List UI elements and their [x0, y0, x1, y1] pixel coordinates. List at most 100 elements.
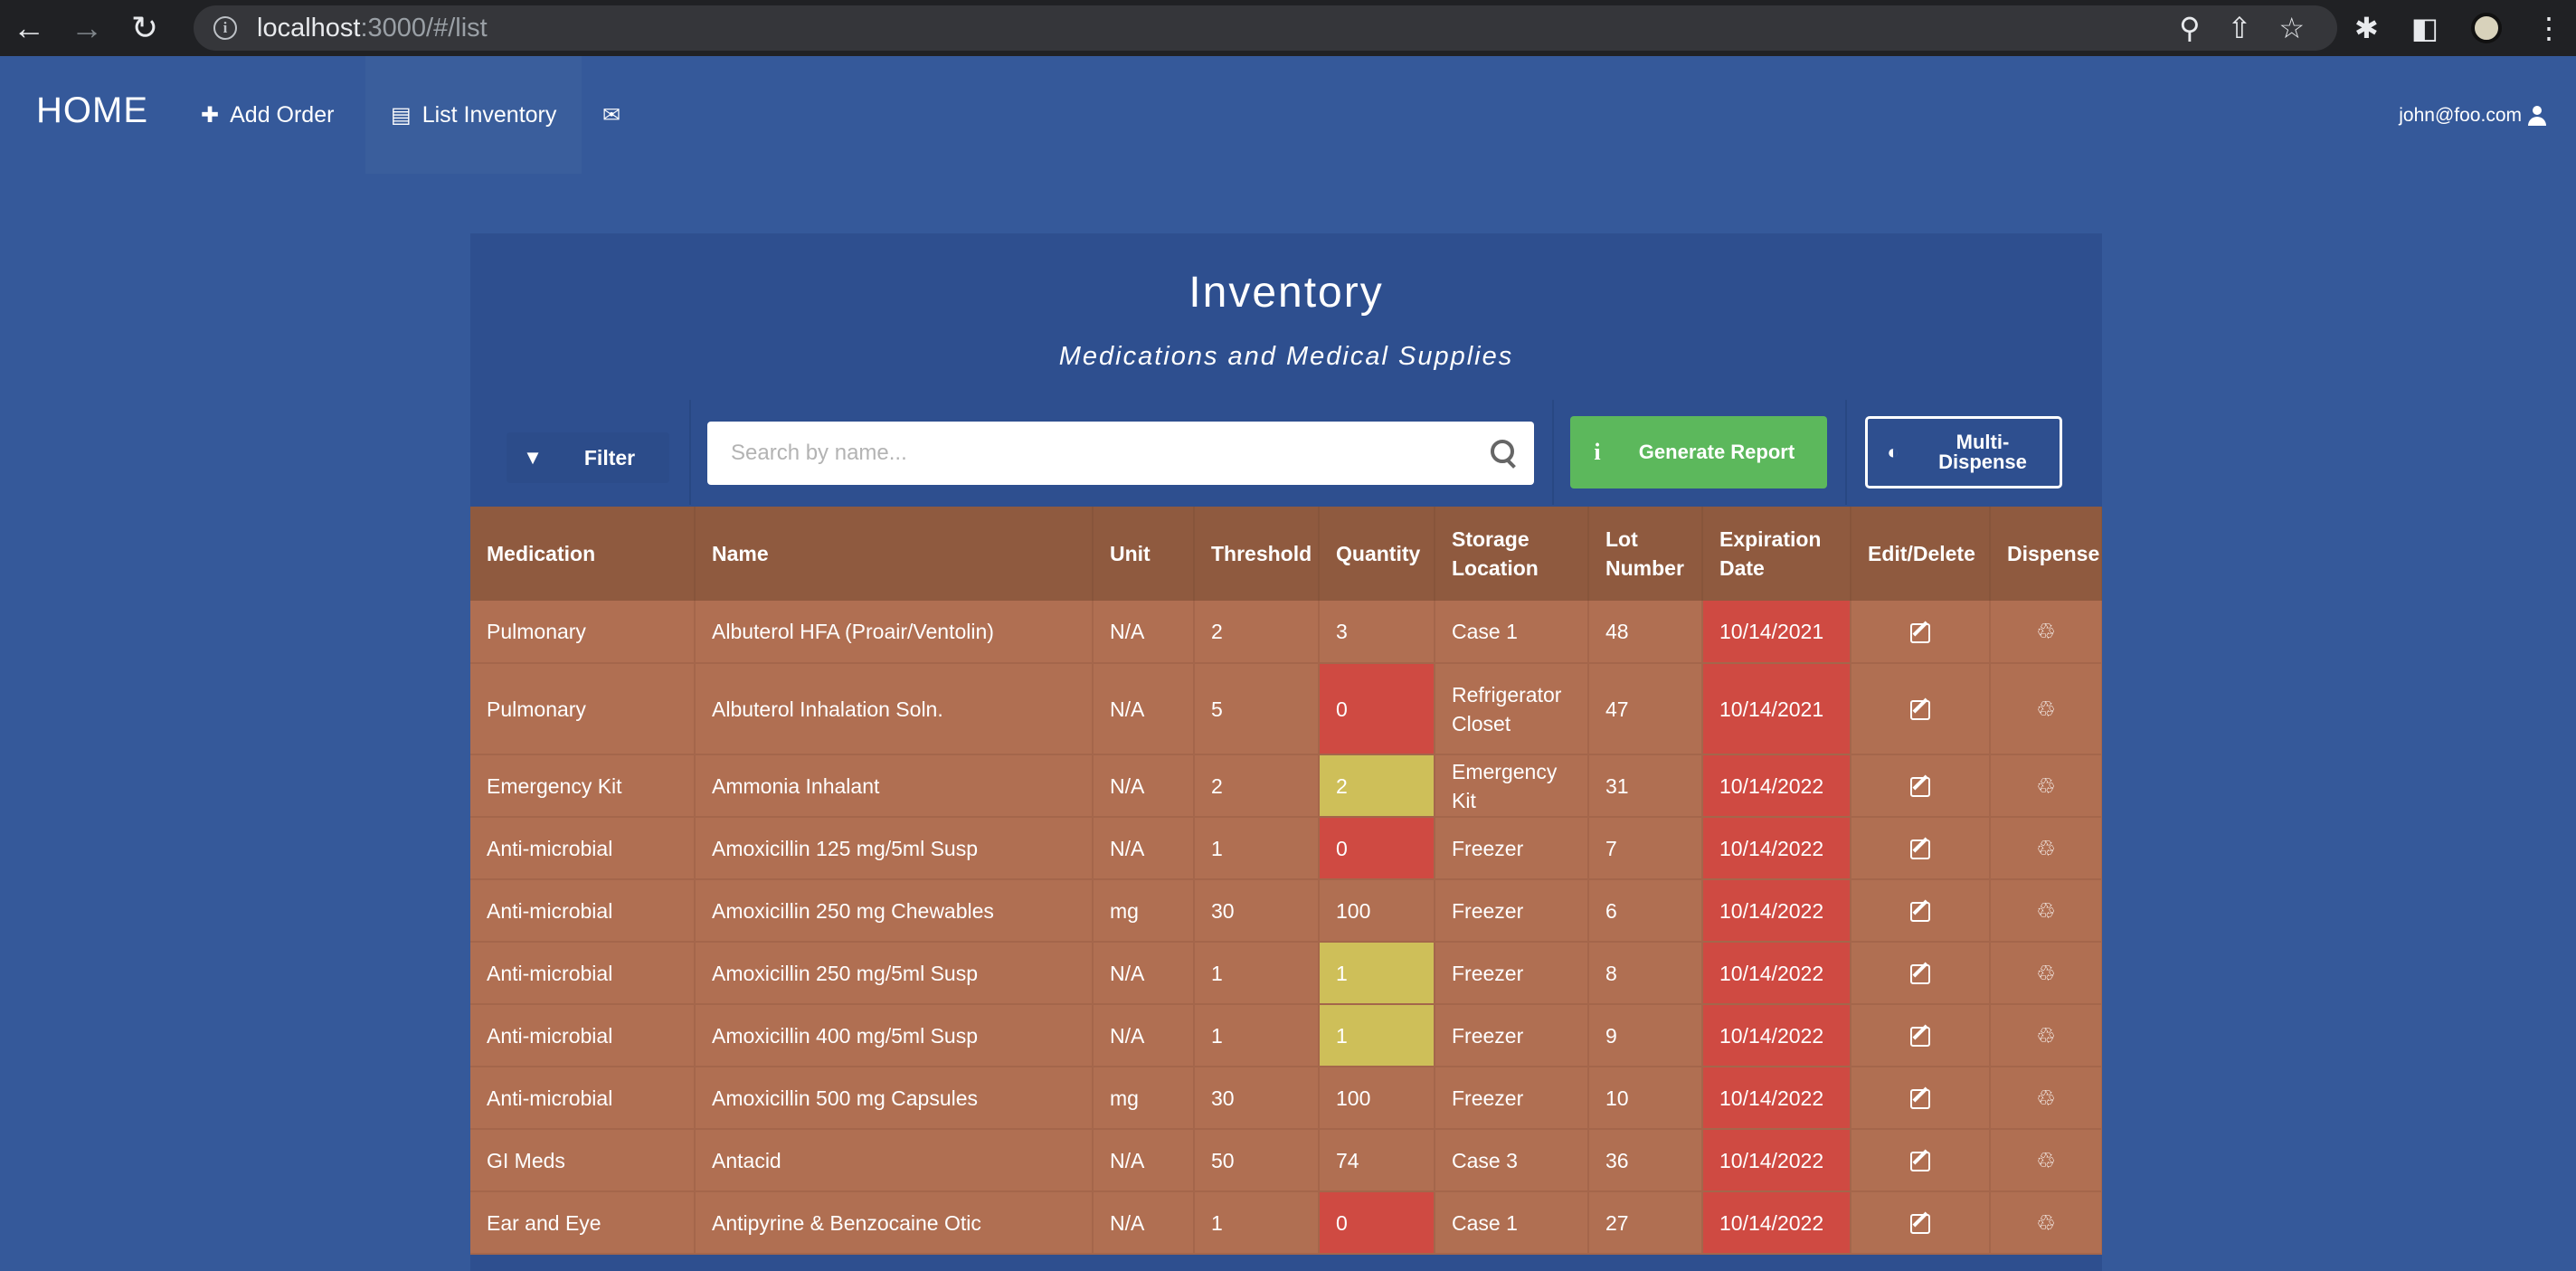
cell-name: Albuterol Inhalation Soln.: [695, 663, 1094, 755]
column-header[interactable]: Quantity: [1319, 507, 1435, 601]
edit-icon[interactable]: [1910, 1027, 1930, 1048]
recycle-icon[interactable]: ♲: [2035, 1025, 2057, 1048]
column-header[interactable]: Expiration Date: [1702, 507, 1852, 601]
cell-name: Albuterol HFA (Proair/Ventolin): [695, 601, 1094, 664]
cell-storage: Case 3: [1435, 1129, 1589, 1192]
url-text: localhost:3000/#/list: [257, 14, 488, 43]
recycle-icon[interactable]: ♲: [2035, 838, 2057, 860]
column-header: Edit/Delete: [1851, 507, 1991, 601]
cell-dispense: ♲: [1990, 817, 2102, 880]
cell-expiration: 10/14/2022: [1702, 879, 1852, 943]
bookmark-star-icon[interactable]: ☆: [2278, 11, 2305, 45]
recycle-icon[interactable]: ♲: [2035, 963, 2057, 985]
cell-dispense: ♲: [1990, 754, 2102, 818]
filter-button[interactable]: ▼ Filter: [507, 432, 669, 483]
user-menu[interactable]: john@foo.com: [2399, 105, 2547, 127]
cell-lot: 27: [1588, 1191, 1703, 1255]
table-row: Pulmonary Albuterol Inhalation Soln. N/A 5 0…: [470, 663, 2102, 755]
edit-icon[interactable]: [1910, 902, 1930, 923]
column-header[interactable]: Medication: [470, 507, 696, 601]
info-icon: i: [1594, 439, 1601, 465]
cell-threshold: 2: [1194, 601, 1320, 664]
edit-icon[interactable]: [1910, 1214, 1930, 1235]
reload-icon[interactable]: ↻: [116, 0, 174, 56]
cell-quantity: 0: [1319, 817, 1435, 880]
cell-medication: Anti-microbial: [470, 1067, 696, 1130]
cell-medication: Anti-microbial: [470, 817, 696, 880]
edit-icon[interactable]: [1910, 622, 1930, 643]
recycle-icon[interactable]: ♲: [2035, 900, 2057, 923]
cell-expiration: 10/14/2022: [1702, 1004, 1852, 1067]
cell-medication: Ear and Eye: [470, 1191, 696, 1255]
back-icon[interactable]: ←: [0, 0, 58, 56]
add-order-link[interactable]: ✚ Add Order: [201, 56, 334, 174]
pills-icon: ◐: [1887, 441, 1899, 463]
recycle-icon[interactable]: ♲: [2035, 621, 2057, 643]
envelope-icon: ✉: [602, 102, 621, 128]
cell-expiration: 10/14/2022: [1702, 1067, 1852, 1130]
site-info-icon[interactable]: i: [213, 16, 237, 40]
edit-icon[interactable]: [1910, 777, 1930, 798]
cell-threshold: 50: [1194, 1129, 1320, 1192]
menu-icon[interactable]: ⋮: [2534, 11, 2563, 45]
cell-unit: mg: [1093, 879, 1195, 943]
cell-name: Amoxicillin 125 mg/5ml Susp: [695, 817, 1094, 880]
profile-avatar[interactable]: [2471, 13, 2502, 43]
cell-quantity: 3: [1319, 601, 1435, 664]
column-header[interactable]: Lot Number: [1588, 507, 1703, 601]
cell-dispense: ♲: [1990, 601, 2102, 664]
cell-lot: 48: [1588, 601, 1703, 664]
edit-icon[interactable]: [1910, 700, 1930, 721]
cell-lot: 7: [1588, 817, 1703, 880]
share-icon[interactable]: ⇧: [2228, 11, 2252, 45]
forward-icon[interactable]: →: [58, 0, 116, 56]
cell-threshold: 1: [1194, 817, 1320, 880]
column-header[interactable]: Name: [695, 507, 1094, 601]
cell-medication: Emergency Kit: [470, 754, 696, 818]
cell-threshold: 2: [1194, 754, 1320, 818]
cell-unit: N/A: [1093, 601, 1195, 664]
home-link[interactable]: HOME: [36, 90, 148, 131]
cell-medication: Pulmonary: [470, 601, 696, 664]
edit-icon[interactable]: [1910, 964, 1930, 985]
cell-expiration: 10/14/2021: [1702, 663, 1852, 755]
cell-medication: Pulmonary: [470, 663, 696, 755]
table-row: Anti-microbial Amoxicillin 250 mg/5ml Sus…: [470, 942, 2102, 1005]
list-inventory-link[interactable]: ▤ List Inventory: [365, 56, 582, 174]
cell-quantity: 100: [1319, 879, 1435, 943]
recycle-icon[interactable]: ♲: [2035, 1150, 2057, 1172]
recycle-icon[interactable]: ♲: [2035, 1087, 2057, 1110]
address-bar[interactable]: i localhost:3000/#/list: [194, 5, 2337, 51]
recycle-icon[interactable]: ♲: [2035, 775, 2057, 798]
cell-storage: Case 1: [1435, 601, 1589, 664]
generate-report-button[interactable]: i Generate Report: [1570, 416, 1827, 488]
table-row: Pulmonary Albuterol HFA (Proair/Ventolin)…: [470, 601, 2102, 664]
messages-link[interactable]: ✉: [602, 56, 620, 174]
search-input[interactable]: [707, 422, 1534, 485]
multi-dispense-button[interactable]: ◐ Multi-Dispense: [1865, 416, 2062, 488]
column-header[interactable]: Storage Location: [1435, 507, 1589, 601]
cell-edit: [1851, 1129, 1991, 1192]
cell-expiration: 10/14/2022: [1702, 1191, 1852, 1255]
column-header[interactable]: Unit: [1093, 507, 1195, 601]
url-host: localhost: [257, 13, 361, 43]
recycle-icon[interactable]: ♲: [2035, 1212, 2057, 1235]
url-path: :3000/#/list: [360, 13, 488, 43]
cell-unit: mg: [1093, 1067, 1195, 1130]
extensions-icon[interactable]: ✱: [2354, 11, 2379, 45]
column-header[interactable]: Threshold: [1194, 507, 1320, 601]
cell-unit: N/A: [1093, 1129, 1195, 1192]
edit-icon[interactable]: [1910, 839, 1930, 860]
search-icon[interactable]: [1489, 438, 1518, 467]
cell-threshold: 30: [1194, 879, 1320, 943]
zoom-icon[interactable]: ⚲: [2179, 11, 2200, 45]
cell-lot: 31: [1588, 754, 1703, 818]
side-panel-icon[interactable]: ◧: [2411, 11, 2439, 45]
cell-edit: [1851, 817, 1991, 880]
recycle-icon[interactable]: ♲: [2035, 698, 2057, 721]
cell-unit: N/A: [1093, 754, 1195, 818]
cell-expiration: 10/14/2022: [1702, 1129, 1852, 1192]
cell-lot: 6: [1588, 879, 1703, 943]
edit-icon[interactable]: [1910, 1089, 1930, 1110]
edit-icon[interactable]: [1910, 1152, 1930, 1172]
